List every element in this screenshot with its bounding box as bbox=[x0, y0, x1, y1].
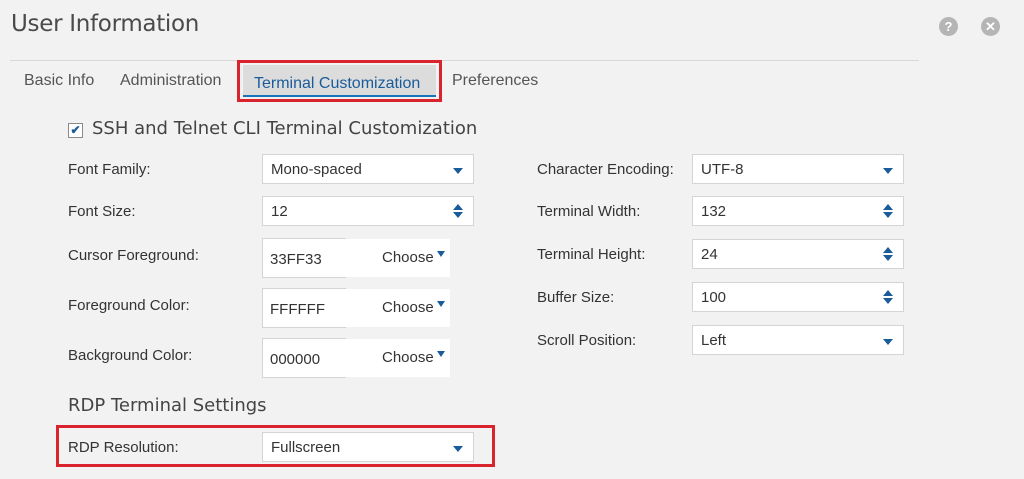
cursor-foreground-value: 33FF33 bbox=[270, 251, 322, 268]
tab-administration[interactable]: Administration bbox=[120, 72, 221, 90]
buffer-size-spinner[interactable]: 100 bbox=[692, 282, 904, 312]
tab-preferences[interactable]: Preferences bbox=[452, 72, 538, 90]
tab-basic-info[interactable]: Basic Info bbox=[24, 72, 94, 90]
character-encoding-label: Character Encoding: bbox=[537, 161, 674, 178]
dialog-title: User Information bbox=[11, 11, 200, 37]
scroll-position-select[interactable]: Left bbox=[692, 325, 904, 355]
foreground-color-choose-button[interactable]: Choose bbox=[344, 289, 450, 327]
chevron-down-icon bbox=[453, 168, 463, 174]
rdp-resolution-label: RDP Resolution: bbox=[68, 439, 179, 456]
buffer-size-value: 100 bbox=[701, 289, 727, 306]
cursor-foreground-value-box: 33FF33 bbox=[262, 238, 346, 278]
rdp-resolution-select[interactable]: Fullscreen bbox=[262, 432, 474, 462]
title-divider bbox=[10, 60, 919, 61]
terminal-width-value: 132 bbox=[701, 203, 727, 220]
chevron-down-icon bbox=[437, 351, 445, 357]
ssh-section-title: SSH and Telnet CLI Terminal Customizatio… bbox=[92, 118, 478, 139]
choose-label: Choose bbox=[382, 249, 434, 266]
chevron-down-icon bbox=[883, 168, 893, 174]
background-color-value: 000000 bbox=[270, 351, 321, 368]
cursor-foreground-choose-button[interactable]: Choose bbox=[344, 239, 450, 277]
choose-label: Choose bbox=[382, 299, 434, 316]
foreground-color-value: FFFFFF bbox=[270, 301, 325, 318]
spinner-icon[interactable] bbox=[883, 290, 893, 304]
tab-active-background: Terminal Customization bbox=[243, 65, 436, 97]
help-icon[interactable]: ? bbox=[939, 17, 958, 36]
cursor-foreground-label: Cursor Foreground: bbox=[68, 247, 199, 264]
character-encoding-select[interactable]: UTF-8 bbox=[692, 154, 904, 184]
rdp-resolution-value: Fullscreen bbox=[271, 439, 341, 456]
tab-terminal-customization[interactable]: Terminal Customization bbox=[237, 60, 442, 102]
spinner-icon[interactable] bbox=[883, 247, 893, 261]
buffer-size-label: Buffer Size: bbox=[537, 289, 615, 306]
background-color-label: Background Color: bbox=[68, 347, 193, 364]
scroll-position-value: Left bbox=[701, 332, 727, 349]
chevron-down-icon bbox=[883, 339, 893, 345]
terminal-width-label: Terminal Width: bbox=[537, 203, 641, 220]
foreground-color-value-box: FFFFFF bbox=[262, 288, 346, 328]
rdp-section-title: RDP Terminal Settings bbox=[68, 395, 267, 416]
terminal-height-spinner[interactable]: 24 bbox=[692, 239, 904, 269]
close-icon[interactable]: ✕ bbox=[981, 17, 1000, 36]
choose-label: Choose bbox=[382, 349, 434, 366]
tab-terminal-customization-label: Terminal Customization bbox=[254, 75, 421, 92]
terminal-height-value: 24 bbox=[701, 246, 718, 263]
background-color-value-box: 000000 bbox=[262, 338, 346, 378]
spinner-icon[interactable] bbox=[883, 204, 893, 218]
font-size-label: Font Size: bbox=[68, 203, 136, 220]
character-encoding-value: UTF-8 bbox=[701, 161, 744, 178]
chevron-down-icon bbox=[453, 446, 463, 452]
background-color-choose-button[interactable]: Choose bbox=[344, 339, 450, 377]
chevron-down-icon bbox=[437, 251, 445, 257]
font-family-select[interactable]: Mono-spaced bbox=[262, 154, 474, 184]
scroll-position-label: Scroll Position: bbox=[537, 332, 637, 349]
foreground-color-label: Foreground Color: bbox=[68, 297, 190, 314]
user-information-dialog: User Information ? ✕ Basic Info Administ… bbox=[0, 0, 1024, 479]
terminal-width-spinner[interactable]: 132 bbox=[692, 196, 904, 226]
terminal-height-label: Terminal Height: bbox=[537, 246, 646, 263]
font-size-value: 12 bbox=[271, 203, 288, 220]
ssh-telnet-checkbox[interactable]: ✔ bbox=[68, 123, 83, 138]
font-family-label: Font Family: bbox=[68, 161, 151, 178]
font-size-spinner[interactable]: 12 bbox=[262, 196, 474, 226]
font-family-value: Mono-spaced bbox=[271, 161, 362, 178]
spinner-icon[interactable] bbox=[453, 204, 463, 218]
chevron-down-icon bbox=[437, 301, 445, 307]
